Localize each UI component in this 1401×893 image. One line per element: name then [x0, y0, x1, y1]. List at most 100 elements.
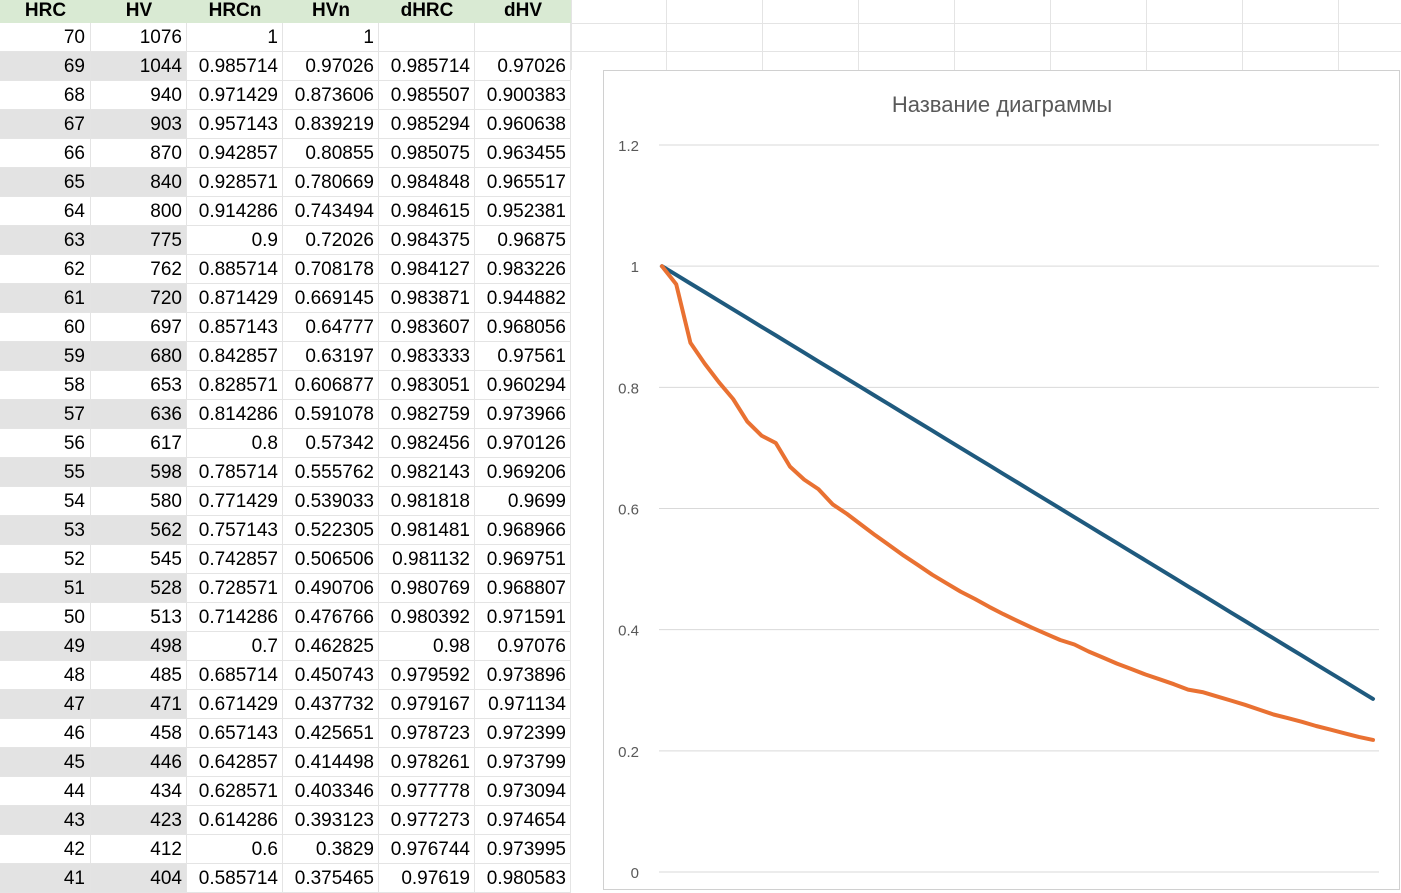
table-cell[interactable]: 64 — [0, 197, 91, 226]
table-cell[interactable]: 0.628571 — [187, 777, 283, 806]
table-cell[interactable]: 680 — [91, 342, 187, 371]
table-cell[interactable]: 0.814286 — [187, 400, 283, 429]
table-cell[interactable]: 57 — [0, 400, 91, 429]
table-cell[interactable]: 66 — [0, 139, 91, 168]
table-cell[interactable]: 0.985714 — [187, 52, 283, 81]
table-cell[interactable]: 0.9 — [187, 226, 283, 255]
table-cell[interactable]: 0.64777 — [283, 313, 379, 342]
table-cell[interactable]: 0.685714 — [187, 661, 283, 690]
table-cell[interactable]: 60 — [0, 313, 91, 342]
table-cell[interactable]: 0.973995 — [475, 835, 571, 864]
table-cell[interactable]: 0.403346 — [283, 777, 379, 806]
table-cell[interactable]: 0.983226 — [475, 255, 571, 284]
table-cell[interactable]: 0.842857 — [187, 342, 283, 371]
table-cell[interactable]: 562 — [91, 516, 187, 545]
table-cell[interactable]: 617 — [91, 429, 187, 458]
table-cell[interactable]: 0.72026 — [283, 226, 379, 255]
table-cell[interactable]: 0.957143 — [187, 110, 283, 139]
table-cell[interactable]: 0.928571 — [187, 168, 283, 197]
table-cell[interactable]: 0.873606 — [283, 81, 379, 110]
table-cell[interactable]: 0.642857 — [187, 748, 283, 777]
table-cell[interactable]: 0.96875 — [475, 226, 571, 255]
table-cell[interactable]: 0.971591 — [475, 603, 571, 632]
table-cell[interactable]: 0.971134 — [475, 690, 571, 719]
table-cell[interactable]: 44 — [0, 777, 91, 806]
table-cell[interactable]: 0.985714 — [379, 52, 475, 81]
table-cell[interactable]: 0.6 — [187, 835, 283, 864]
table-cell[interactable]: 0.968966 — [475, 516, 571, 545]
table-cell[interactable]: 0.476766 — [283, 603, 379, 632]
table-cell[interactable]: 0.9699 — [475, 487, 571, 516]
table-cell[interactable]: 528 — [91, 574, 187, 603]
table-cell[interactable]: 70 — [0, 23, 91, 52]
table-cell[interactable]: 697 — [91, 313, 187, 342]
column-header[interactable]: HRCn — [187, 0, 283, 23]
table-cell[interactable]: 0.900383 — [475, 81, 571, 110]
table-cell[interactable]: 0.97026 — [475, 52, 571, 81]
table-cell[interactable]: 404 — [91, 864, 187, 893]
table-cell[interactable]: 0.978723 — [379, 719, 475, 748]
table-cell[interactable]: 48 — [0, 661, 91, 690]
table-cell[interactable]: 0.708178 — [283, 255, 379, 284]
table-cell[interactable]: 0.972399 — [475, 719, 571, 748]
series-line-2[interactable] — [660, 264, 1375, 742]
table-cell[interactable]: 498 — [91, 632, 187, 661]
table-cell[interactable]: 458 — [91, 719, 187, 748]
table-cell[interactable]: 0.983333 — [379, 342, 475, 371]
table-cell[interactable]: 0.728571 — [187, 574, 283, 603]
table-cell[interactable]: 598 — [91, 458, 187, 487]
table-cell[interactable]: 0.973896 — [475, 661, 571, 690]
table-cell[interactable]: 0.985294 — [379, 110, 475, 139]
table-cell[interactable]: 0.982143 — [379, 458, 475, 487]
table-cell[interactable]: 41 — [0, 864, 91, 893]
table-cell[interactable]: 0.857143 — [187, 313, 283, 342]
table-cell[interactable]: 63 — [0, 226, 91, 255]
table-cell[interactable]: 0.977273 — [379, 806, 475, 835]
table-cell[interactable] — [379, 23, 475, 52]
table-cell[interactable]: 0.976744 — [379, 835, 475, 864]
table-cell[interactable]: 0.981481 — [379, 516, 475, 545]
table-cell[interactable]: 0.555762 — [283, 458, 379, 487]
table-cell[interactable]: 1 — [187, 23, 283, 52]
table-cell[interactable]: 0.657143 — [187, 719, 283, 748]
table-cell[interactable]: 54 — [0, 487, 91, 516]
table-cell[interactable]: 0.8 — [187, 429, 283, 458]
table-cell[interactable]: 840 — [91, 168, 187, 197]
table-cell[interactable]: 47 — [0, 690, 91, 719]
table-cell[interactable]: 49 — [0, 632, 91, 661]
table-cell[interactable]: 0.981818 — [379, 487, 475, 516]
table-cell[interactable]: 0.968056 — [475, 313, 571, 342]
table-cell[interactable]: 0.973799 — [475, 748, 571, 777]
column-header[interactable]: HVn — [283, 0, 379, 23]
table-cell[interactable]: 800 — [91, 197, 187, 226]
table-cell[interactable]: 0.942857 — [187, 139, 283, 168]
table-cell[interactable]: 0.57342 — [283, 429, 379, 458]
table-cell[interactable]: 545 — [91, 545, 187, 574]
table-cell[interactable]: 0.393123 — [283, 806, 379, 835]
table-cell[interactable]: 0.743494 — [283, 197, 379, 226]
table-cell[interactable]: 0.97619 — [379, 864, 475, 893]
table-cell[interactable]: 0.885714 — [187, 255, 283, 284]
table-cell[interactable]: 50 — [0, 603, 91, 632]
table-cell[interactable]: 903 — [91, 110, 187, 139]
table-cell[interactable]: 0.425651 — [283, 719, 379, 748]
table-cell[interactable]: 0.981132 — [379, 545, 475, 574]
table-cell[interactable]: 0.970126 — [475, 429, 571, 458]
table-cell[interactable]: 0.606877 — [283, 371, 379, 400]
table-cell[interactable]: 940 — [91, 81, 187, 110]
table-cell[interactable]: 43 — [0, 806, 91, 835]
table-cell[interactable]: 0.984127 — [379, 255, 475, 284]
table-cell[interactable]: 0.462825 — [283, 632, 379, 661]
table-cell[interactable]: 423 — [91, 806, 187, 835]
table-cell[interactable]: 0.522305 — [283, 516, 379, 545]
table-cell[interactable]: 0.414498 — [283, 748, 379, 777]
table-cell[interactable]: 0.952381 — [475, 197, 571, 226]
table-cell[interactable]: 636 — [91, 400, 187, 429]
table-cell[interactable]: 0.960294 — [475, 371, 571, 400]
table-cell[interactable]: 65 — [0, 168, 91, 197]
table-cell[interactable]: 762 — [91, 255, 187, 284]
table-cell[interactable]: 513 — [91, 603, 187, 632]
table-cell[interactable]: 0.97076 — [475, 632, 571, 661]
table-cell[interactable]: 56 — [0, 429, 91, 458]
table-cell[interactable]: 0.714286 — [187, 603, 283, 632]
